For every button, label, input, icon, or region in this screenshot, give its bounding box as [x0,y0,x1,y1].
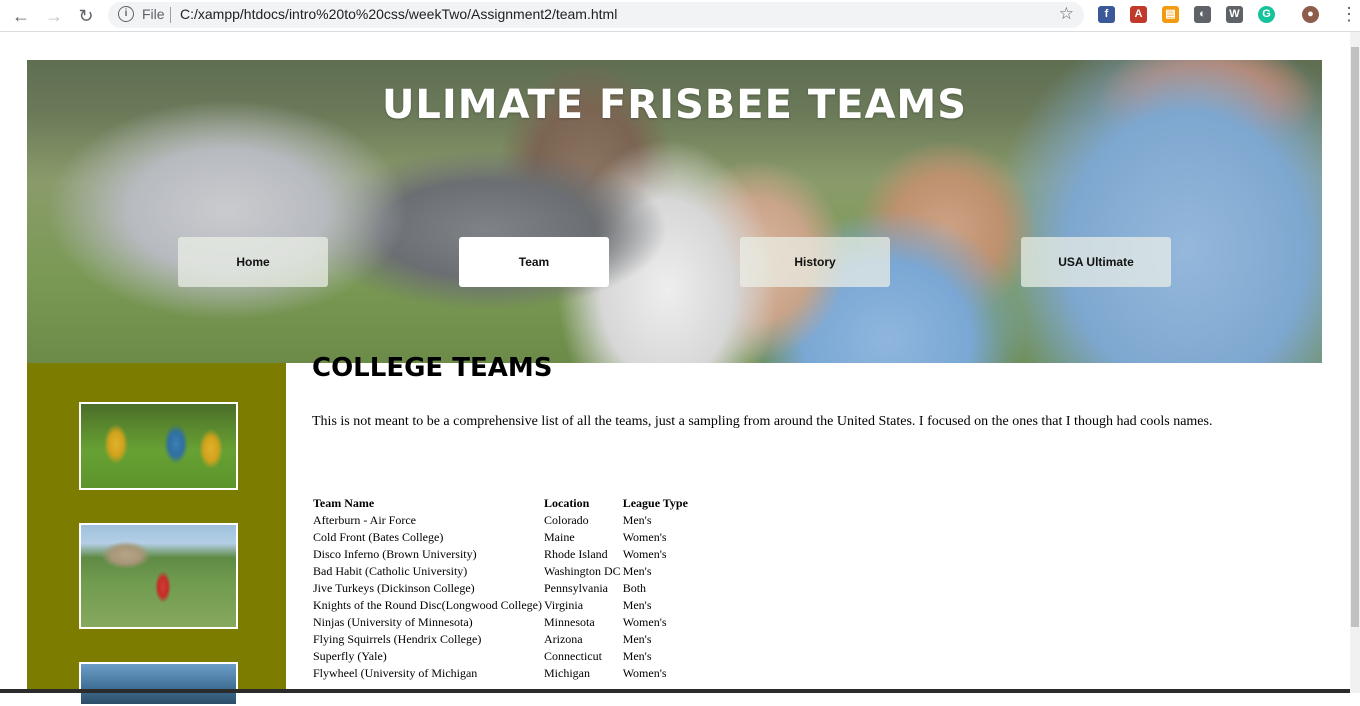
photo-thumbnail [79,523,238,629]
profile-avatar[interactable]: ● [1302,6,1319,23]
sidebar [27,363,286,706]
table-row: Cold Front (Bates College) Maine Women's [312,529,689,546]
address-bar[interactable]: i File C:/xampp/htdocs/intro%20to%20css/… [108,2,1084,28]
pdf-icon[interactable]: A [1130,6,1147,23]
league-type-cell: Both [622,581,647,595]
nav-team-button[interactable]: Team [459,237,609,287]
location-cell: Virginia [543,598,584,612]
toggl-icon[interactable]: ◐ [1194,6,1211,23]
nav-usa-ultimate-button[interactable]: USA Ultimate [1021,237,1171,287]
site-title: ULIMATE FRISBEE TEAMS [381,82,968,128]
table-row: Flying Squirrels (Hendrix College) Arizon… [312,631,689,648]
wordpress-icon[interactable]: W [1226,6,1243,23]
table-row: Superfly (Yale) Connecticut Men's [312,648,689,665]
vertical-scrollbar[interactable] [1350,32,1360,693]
league-type-cell: Men's [622,564,652,578]
team-name-cell: Flying Squirrels (Hendrix College) [313,632,482,646]
forward-icon[interactable]: → [43,5,65,27]
location-cell: Michigan [543,666,590,680]
column-header: League Type [622,496,688,510]
column-header: Location [543,496,590,510]
team-name-cell: Flywheel (University of Michigan [313,666,478,680]
column-header: Team Name [313,496,375,510]
location-cell: Colorado [543,513,589,527]
location-cell: Arizona [543,632,583,646]
location-cell: Maine [543,530,575,544]
photo-thumbnail [79,402,238,490]
league-type-cell: Men's [622,598,652,612]
location-cell: Rhode Island [543,547,608,561]
team-name-cell: Bad Habit (Catholic University) [313,564,468,578]
table-row: Flywheel (University of Michigan Michigan… [312,665,689,682]
league-type-cell: Women's [622,666,667,680]
team-name-cell: Ninjas (University of Minnesota) [313,615,473,629]
clipper-icon[interactable]: ▤ [1162,6,1179,23]
reload-icon[interactable]: ↻ [75,5,97,27]
league-type-cell: Men's [622,649,652,663]
team-name-cell: Jive Turkeys (Dickinson College) [313,581,475,595]
table-row: Afterburn - Air Force Colorado Men's [312,512,689,529]
divider [170,7,171,23]
league-type-cell: Women's [622,530,667,544]
team-name-cell: Disco Inferno (Brown University) [313,547,477,561]
bookmark-star-icon[interactable]: ☆ [1059,4,1074,24]
team-name-cell: Cold Front (Bates College) [313,530,444,544]
location-cell: Connecticut [543,649,602,663]
teams-table: Team Name Location League Type Afterburn… [312,495,689,682]
file-label: File [142,6,165,22]
page-heading: COLLEGE TEAMS [312,353,553,383]
team-name-cell: Afterburn - Air Force [313,513,416,527]
browser-toolbar: ← → ↻ i File C:/xampp/htdocs/intro%20to%… [0,0,1360,32]
url-text[interactable]: C:/xampp/htdocs/intro%20to%20css/weekTwo… [180,6,617,22]
facebook-icon[interactable]: f [1098,6,1115,23]
league-type-cell: Men's [622,513,652,527]
table-row: Disco Inferno (Brown University) Rhode Is… [312,546,689,563]
nav-home-button[interactable]: Home [178,237,328,287]
table-header-row: Team Name Location League Type [312,495,689,512]
location-cell: Pennsylvania [543,581,608,595]
table-row: Ninjas (University of Minnesota) Minnesot… [312,614,689,631]
table-row: Bad Habit (Catholic University) Washingto… [312,563,689,580]
league-type-cell: Women's [622,615,667,629]
intro-paragraph: This is not meant to be a comprehensive … [312,414,1213,429]
team-name-cell: Superfly (Yale) [313,649,387,663]
table-row: Knights of the Round Disc(Longwood Colle… [312,597,689,614]
info-icon[interactable]: i [118,6,134,22]
back-icon[interactable]: ← [10,5,32,27]
taskbar-edge [0,689,1350,693]
menu-icon[interactable]: ⋮ [1340,4,1358,26]
scrollbar-thumb[interactable] [1351,47,1359,627]
team-name-cell: Knights of the Round Disc(Longwood Colle… [313,598,542,612]
nav-history-button[interactable]: History [740,237,890,287]
grammarly-icon[interactable]: G [1258,6,1275,23]
league-type-cell: Women's [622,547,667,561]
location-cell: Minnesota [543,615,595,629]
league-type-cell: Men's [622,632,652,646]
location-cell: Washington DC [543,564,621,578]
table-row: Jive Turkeys (Dickinson College) Pennsylv… [312,580,689,597]
photo-thumbnail [79,662,238,706]
hero-banner: ULIMATE FRISBEE TEAMS Home Team History … [27,60,1322,363]
